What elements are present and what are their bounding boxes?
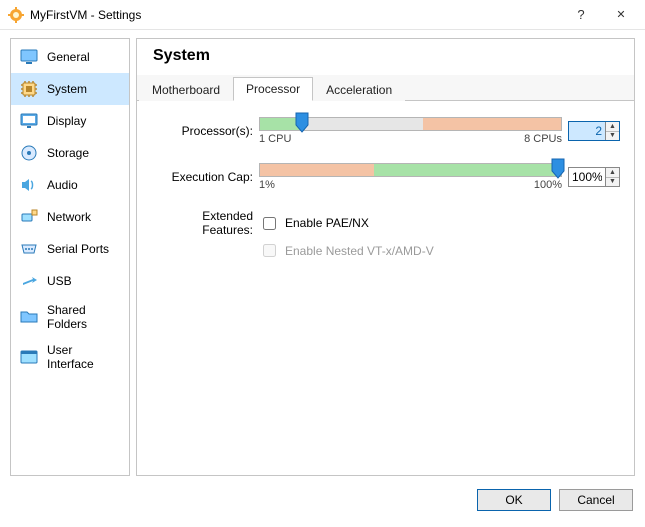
sidebar-item-label: General xyxy=(47,50,90,64)
dialog-footer: OK Cancel xyxy=(0,482,645,518)
tab-motherboard[interactable]: Motherboard xyxy=(139,78,233,101)
window-title: MyFirstVM - Settings xyxy=(30,8,561,22)
nested-vt-row: Enable Nested VT-x/AMD-V xyxy=(151,241,620,260)
folder-icon xyxy=(19,307,39,327)
tab-bar: Motherboard Processor Acceleration xyxy=(137,75,634,101)
ui-icon xyxy=(19,347,39,367)
spin-up-icon[interactable]: ▲ xyxy=(606,168,619,178)
sidebar-item-shared-folders[interactable]: Shared Folders xyxy=(11,297,129,337)
checkbox-input xyxy=(263,244,276,257)
sidebar-item-system[interactable]: System xyxy=(11,73,129,105)
network-icon xyxy=(19,207,39,227)
serial-port-icon xyxy=(19,239,39,259)
page-title: System xyxy=(153,47,620,65)
sidebar-item-label: Storage xyxy=(47,146,89,160)
usb-icon xyxy=(19,271,39,291)
sidebar-item-display[interactable]: Display xyxy=(11,105,129,137)
sidebar-item-usb[interactable]: USB xyxy=(11,265,129,297)
chip-icon xyxy=(19,79,39,99)
processors-spinbox[interactable]: ▲ ▼ xyxy=(568,121,620,141)
execution-cap-max-label: 100% xyxy=(534,179,562,191)
sidebar-item-label: User Interface xyxy=(47,343,121,371)
checkbox-label: Enable Nested VT-x/AMD-V xyxy=(285,244,434,258)
checkbox-input[interactable] xyxy=(263,217,276,230)
sidebar-item-user-interface[interactable]: User Interface xyxy=(11,337,129,377)
execution-cap-row: Execution Cap: 1% 100% xyxy=(151,163,620,191)
execution-cap-spinbox[interactable]: ▲ ▼ xyxy=(568,167,620,187)
slider-handle-icon[interactable] xyxy=(551,158,565,180)
sidebar-item-label: Audio xyxy=(47,178,78,192)
title-bar: MyFirstVM - Settings ? ✕ xyxy=(0,0,645,30)
cancel-button[interactable]: Cancel xyxy=(559,489,633,511)
processors-label: Processor(s): xyxy=(151,124,259,138)
sidebar-item-network[interactable]: Network xyxy=(11,201,129,233)
ok-button[interactable]: OK xyxy=(477,489,551,511)
sidebar-item-general[interactable]: General xyxy=(11,41,129,73)
execution-cap-input[interactable] xyxy=(569,168,605,186)
sidebar-item-label: System xyxy=(47,82,87,96)
processors-max-label: 8 CPUs xyxy=(524,133,562,145)
monitor-icon xyxy=(19,47,39,67)
checkbox-label: Enable PAE/NX xyxy=(285,216,369,230)
display-icon xyxy=(19,111,39,131)
app-icon xyxy=(8,7,24,23)
execution-cap-min-label: 1% xyxy=(259,179,275,191)
processors-slider[interactable] xyxy=(259,117,562,131)
enable-nested-vt-checkbox: Enable Nested VT-x/AMD-V xyxy=(259,241,434,260)
spin-up-icon[interactable]: ▲ xyxy=(606,122,619,132)
sidebar-item-label: Shared Folders xyxy=(47,303,121,331)
processors-min-label: 1 CPU xyxy=(259,133,291,145)
spin-down-icon[interactable]: ▼ xyxy=(606,178,619,187)
sidebar-item-label: Network xyxy=(47,210,91,224)
sidebar-item-storage[interactable]: Storage xyxy=(11,137,129,169)
processors-input[interactable] xyxy=(569,122,605,140)
help-button[interactable]: ? xyxy=(561,0,601,30)
settings-sidebar: General System Display Storage Audio Net… xyxy=(10,38,130,476)
processors-row: Processor(s): 1 CPU 8 CPUs xyxy=(151,117,620,145)
close-button[interactable]: ✕ xyxy=(601,0,641,30)
sidebar-item-label: USB xyxy=(47,274,72,288)
extended-features-row: Extended Features: Enable PAE/NX xyxy=(151,209,620,237)
settings-main-panel: System Motherboard Processor Acceleratio… xyxy=(136,38,635,476)
sidebar-item-label: Serial Ports xyxy=(47,242,109,256)
sidebar-item-audio[interactable]: Audio xyxy=(11,169,129,201)
spin-down-icon[interactable]: ▼ xyxy=(606,132,619,141)
tab-acceleration[interactable]: Acceleration xyxy=(313,78,405,101)
execution-cap-slider[interactable] xyxy=(259,163,562,177)
disk-icon xyxy=(19,143,39,163)
enable-pae-nx-checkbox[interactable]: Enable PAE/NX xyxy=(259,214,369,233)
slider-handle-icon[interactable] xyxy=(295,112,309,134)
sidebar-item-label: Display xyxy=(47,114,86,128)
tab-processor[interactable]: Processor xyxy=(233,77,313,101)
extended-features-label: Extended Features: xyxy=(151,209,259,237)
speaker-icon xyxy=(19,175,39,195)
sidebar-item-serial-ports[interactable]: Serial Ports xyxy=(11,233,129,265)
execution-cap-label: Execution Cap: xyxy=(151,170,259,184)
